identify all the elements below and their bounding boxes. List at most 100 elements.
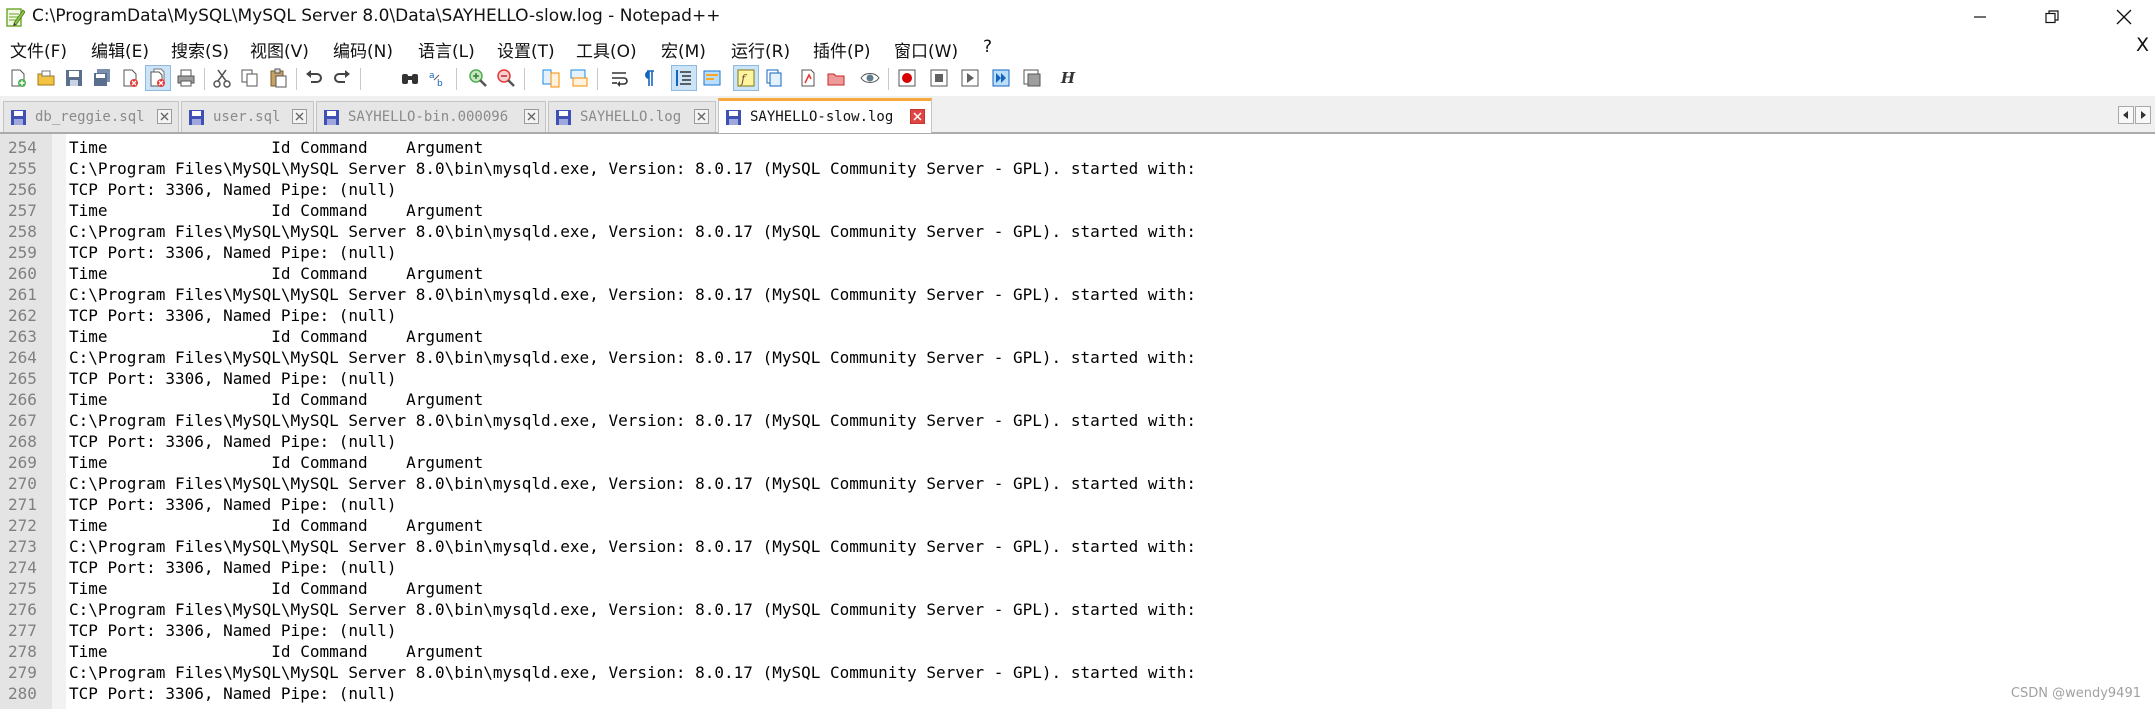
sync-vertical-button[interactable] (538, 65, 564, 91)
code-line[interactable]: 254 Time Id Command Argument (0, 137, 2155, 158)
menu-window[interactable]: 窗口(W) (894, 37, 958, 62)
menu-help[interactable]: ? (983, 37, 992, 57)
show-all-chars-icon (645, 70, 654, 86)
stop-macro-button[interactable] (926, 65, 952, 91)
code-line[interactable]: 266 Time Id Command Argument (0, 389, 2155, 410)
undo-button[interactable] (301, 65, 327, 91)
save-all-button[interactable] (89, 65, 115, 91)
monitoring-button[interactable] (795, 65, 821, 91)
code-line[interactable]: 277 TCP Port: 3306, Named Pipe: (null) (0, 620, 2155, 641)
tab-scroll-right-button[interactable] (2135, 106, 2151, 124)
code-line[interactable]: 279 C:\Program Files\MySQL\MySQL Server 8… (0, 662, 2155, 683)
menu-language[interactable]: 语言(L) (418, 37, 475, 62)
code-line[interactable]: 265 TCP Port: 3306, Named Pipe: (null) (0, 368, 2155, 389)
paste-button[interactable] (265, 65, 291, 91)
open-file-button[interactable] (33, 65, 59, 91)
code-text: C:\Program Files\MySQL\MySQL Server 8.0\… (69, 411, 1197, 430)
function-list-button[interactable]: f (733, 65, 759, 91)
tab-close-button[interactable] (524, 109, 539, 124)
eye-button[interactable] (857, 65, 883, 91)
tab-scroll-left-button[interactable] (2118, 106, 2134, 124)
indent-guide-button[interactable] (671, 65, 697, 91)
find-button[interactable] (397, 65, 423, 91)
code-line[interactable]: 280 TCP Port: 3306, Named Pipe: (null) (0, 683, 2155, 704)
tab-sayhello-bin[interactable]: SAYHELLO-bin.000096 (316, 101, 546, 132)
save-macro-button[interactable] (1019, 65, 1045, 91)
code-line[interactable]: 258 C:\Program Files\MySQL\MySQL Server 8… (0, 221, 2155, 242)
close-document-button[interactable]: X (2136, 34, 2149, 56)
saved-file-icon (556, 109, 571, 125)
code-line[interactable]: 276 C:\Program Files\MySQL\MySQL Server 8… (0, 599, 2155, 620)
tab-close-button[interactable] (694, 109, 709, 124)
zoom-out-button[interactable] (493, 65, 519, 91)
close-icon (913, 112, 922, 121)
show-all-chars-button[interactable] (635, 65, 661, 91)
replace-button[interactable]: ab (425, 65, 451, 91)
code-line[interactable]: 260 Time Id Command Argument (0, 263, 2155, 284)
menu-view[interactable]: 视图(V) (250, 37, 309, 62)
restore-button[interactable] (2021, 0, 2083, 34)
tab-close-button[interactable] (292, 109, 307, 124)
menu-macro[interactable]: 宏(M) (661, 37, 706, 62)
code-line[interactable]: 255 C:\Program Files\MySQL\MySQL Server 8… (0, 158, 2155, 179)
tab-db-reggie-sql[interactable]: db_reggie.sql (3, 101, 179, 132)
cut-button[interactable] (209, 65, 235, 91)
tab-sayhello-log[interactable]: SAYHELLO.log (548, 101, 716, 132)
code-line[interactable]: 275 Time Id Command Argument (0, 578, 2155, 599)
record-macro-button[interactable] (894, 65, 920, 91)
word-wrap-button[interactable] (607, 65, 633, 91)
tab-close-button[interactable] (910, 109, 925, 124)
minimize-button[interactable] (1949, 0, 2011, 34)
code-line[interactable]: 262 TCP Port: 3306, Named Pipe: (null) (0, 305, 2155, 326)
folder-workspace-button[interactable] (761, 65, 787, 91)
paste-icon (270, 68, 287, 88)
print-button[interactable] (173, 65, 199, 91)
code-line[interactable]: 261 C:\Program Files\MySQL\MySQL Server 8… (0, 284, 2155, 305)
zoom-in-button[interactable] (465, 65, 491, 91)
menu-tools[interactable]: 工具(O) (576, 37, 637, 62)
code-line[interactable]: 263 Time Id Command Argument (0, 326, 2155, 347)
close-all-button[interactable] (145, 65, 171, 91)
tab-sayhello-slow-log[interactable]: SAYHELLO-slow.log (718, 98, 932, 133)
code-line[interactable]: 268 TCP Port: 3306, Named Pipe: (null) (0, 431, 2155, 452)
redo-button[interactable] (329, 65, 355, 91)
menu-search[interactable]: 搜索(S) (171, 37, 229, 62)
run-macro-multiple-button[interactable] (988, 65, 1014, 91)
code-line[interactable]: 270 C:\Program Files\MySQL\MySQL Server 8… (0, 473, 2155, 494)
close-window-button[interactable] (2093, 0, 2155, 34)
close-button[interactable] (117, 65, 143, 91)
new-file-button[interactable] (5, 65, 31, 91)
line-number: 258 (8, 222, 37, 241)
close-icon (2116, 9, 2132, 25)
play-macro-button[interactable] (957, 65, 983, 91)
menu-run[interactable]: 运行(R) (731, 37, 790, 62)
code-line[interactable]: 259 TCP Port: 3306, Named Pipe: (null) (0, 242, 2155, 263)
menu-plugins[interactable]: 插件(P) (813, 37, 871, 62)
code-line[interactable]: 271 TCP Port: 3306, Named Pipe: (null) (0, 494, 2155, 515)
close-icon (160, 112, 169, 121)
sync-horizontal-button[interactable] (566, 65, 592, 91)
tab-user-sql[interactable]: user.sql (181, 101, 314, 132)
code-line[interactable]: 272 Time Id Command Argument (0, 515, 2155, 536)
code-line[interactable]: 257 Time Id Command Argument (0, 200, 2155, 221)
code-line[interactable]: 264 C:\Program Files\MySQL\MySQL Server 8… (0, 347, 2155, 368)
line-number: 263 (8, 327, 37, 346)
menu-settings[interactable]: 设置(T) (497, 37, 555, 62)
code-line[interactable]: 267 C:\Program Files\MySQL\MySQL Server 8… (0, 410, 2155, 431)
code-text: C:\Program Files\MySQL\MySQL Server 8.0\… (69, 285, 1197, 304)
menu-edit[interactable]: 编辑(E) (91, 37, 149, 62)
copy-button[interactable] (237, 65, 263, 91)
hex-button[interactable]: H (1055, 65, 1081, 91)
code-line[interactable]: 256 TCP Port: 3306, Named Pipe: (null) (0, 179, 2155, 200)
tab-close-button[interactable] (157, 109, 172, 124)
save-button[interactable] (61, 65, 87, 91)
code-line[interactable]: 278 Time Id Command Argument (0, 641, 2155, 662)
editor[interactable]: 254 Time Id Command Argument 255 C:\Program… (0, 134, 2155, 709)
doc-map-button[interactable] (699, 65, 725, 91)
menu-encoding[interactable]: 编码(N) (333, 37, 393, 62)
code-line[interactable]: 274 TCP Port: 3306, Named Pipe: (null) (0, 557, 2155, 578)
folder-open-button[interactable] (823, 65, 849, 91)
menu-file[interactable]: 文件(F) (10, 37, 67, 62)
code-line[interactable]: 273 C:\Program Files\MySQL\MySQL Server 8… (0, 536, 2155, 557)
code-line[interactable]: 269 Time Id Command Argument (0, 452, 2155, 473)
